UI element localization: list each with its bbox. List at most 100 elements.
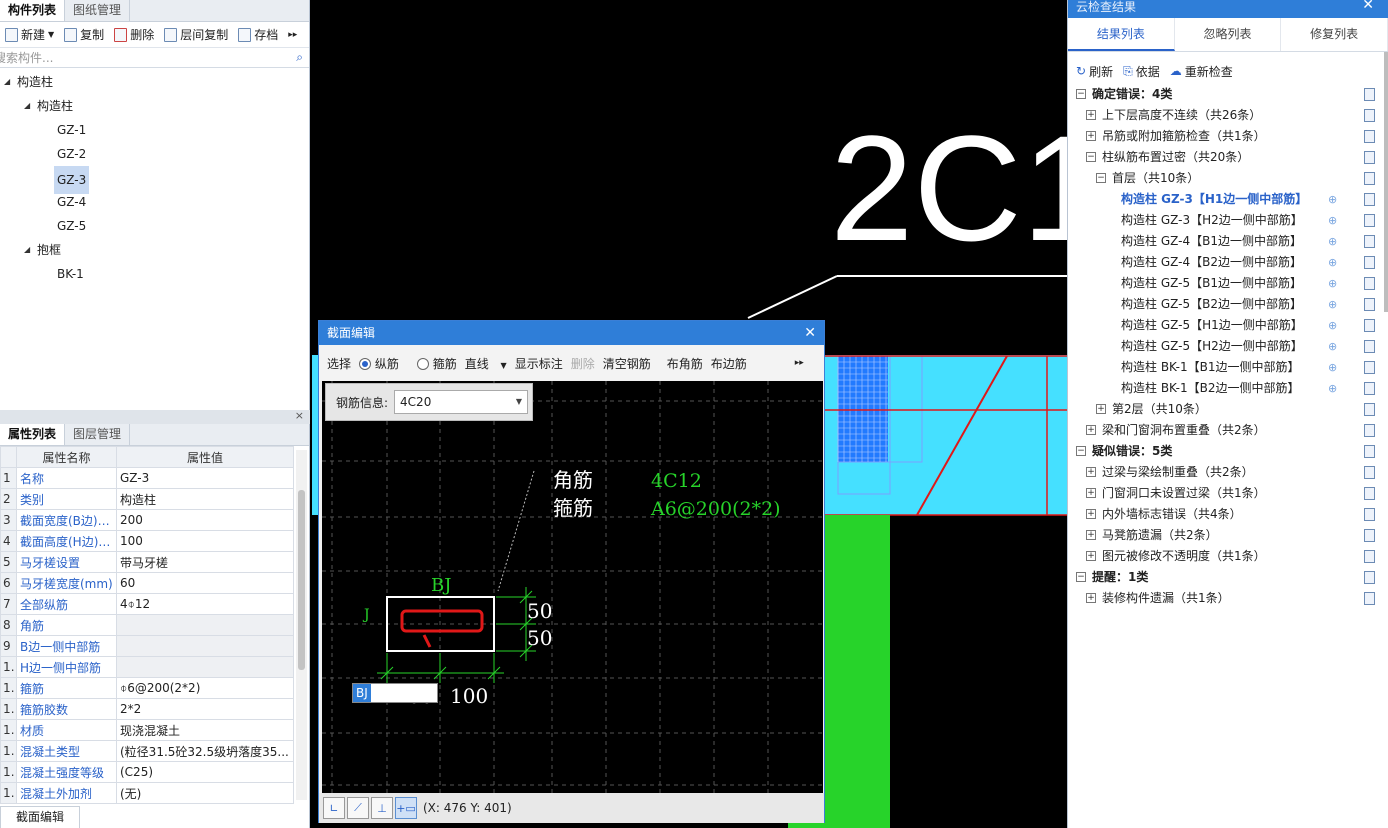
document-icon[interactable]	[1364, 109, 1375, 122]
dynamic-input-icon[interactable]: +▭	[395, 797, 417, 819]
tab-property-list[interactable]: 属性列表	[0, 424, 66, 445]
document-icon[interactable]	[1364, 445, 1375, 458]
document-icon[interactable]	[1364, 130, 1375, 143]
property-value[interactable]: 现浇混凝土	[116, 719, 294, 741]
document-icon[interactable]	[1364, 403, 1375, 416]
document-icon[interactable]	[1364, 550, 1375, 563]
line-snap-icon[interactable]: ⟋	[347, 797, 369, 819]
table-row[interactable]: 11箍筋⌽6@200(2*2)	[0, 677, 294, 699]
rebar-info-select[interactable]: 4C20 ▼	[394, 390, 529, 414]
refresh-button[interactable]: ↻ 刷新	[1076, 63, 1113, 80]
result-row[interactable]: 构造柱 GZ-4【B2边一侧中部筋】 ⊕	[1068, 252, 1388, 273]
result-row[interactable]: + 梁和门窗洞布置重叠（共2条）	[1068, 420, 1388, 441]
result-row[interactable]: − 确定错误：4类	[1068, 84, 1388, 105]
tab-results[interactable]: 结果列表	[1068, 18, 1175, 51]
result-row[interactable]: + 装修构件遗漏（共1条）	[1068, 588, 1388, 609]
result-row[interactable]: 构造柱 BK-1【B2边一侧中部筋】 ⊕	[1068, 378, 1388, 399]
locate-icon[interactable]: ⊕	[1328, 315, 1337, 336]
tree-node-group-bk[interactable]: ◢ 抱框	[0, 238, 309, 262]
document-icon[interactable]	[1364, 193, 1375, 206]
document-icon[interactable]	[1364, 319, 1375, 332]
expand-icon[interactable]: +	[1086, 551, 1096, 561]
bj-edit-input[interactable]: BJ	[352, 683, 438, 703]
result-row[interactable]: − 首层（共10条）	[1068, 168, 1388, 189]
result-row[interactable]: + 第2层（共10条）	[1068, 399, 1388, 420]
property-value[interactable]: 60	[116, 572, 294, 594]
property-value[interactable]: ⌽6@200(2*2)	[116, 677, 294, 699]
table-row[interactable]: 8 角筋	[0, 614, 294, 636]
property-value[interactable]	[116, 656, 294, 678]
table-row[interactable]: 9 B边一侧中部筋	[0, 635, 294, 657]
search-icon[interactable]: ⌕	[296, 50, 303, 65]
result-row[interactable]: − 提醒：1类	[1068, 567, 1388, 588]
table-row[interactable]: 13材质现浇混凝土	[0, 719, 294, 741]
table-row[interactable]: 3 截面宽度(B边)(... 200	[0, 509, 294, 531]
document-icon[interactable]	[1364, 235, 1375, 248]
scrollbar-thumb[interactable]	[298, 490, 305, 670]
result-row[interactable]: 构造柱 GZ-5【B2边一侧中部筋】 ⊕	[1068, 294, 1388, 315]
new-button[interactable]: 新建 ▼	[2, 26, 57, 43]
document-icon[interactable]	[1364, 340, 1375, 353]
result-row[interactable]: 构造柱 GZ-3【H1边一侧中部筋】 ⊕	[1068, 189, 1388, 210]
table-row[interactable]: 7 全部纵筋 4⌽12	[0, 593, 294, 615]
property-value[interactable]: 构造柱	[116, 488, 294, 510]
locate-icon[interactable]: ⊕	[1328, 294, 1337, 315]
document-icon[interactable]	[1364, 571, 1375, 584]
table-row[interactable]: 6 马牙槎宽度(mm) 60	[0, 572, 294, 594]
collapse-icon[interactable]: −	[1076, 572, 1086, 582]
table-row[interactable]: 12箍筋胶数2*2	[0, 698, 294, 720]
collapse-icon[interactable]: −	[1086, 152, 1096, 162]
collapse-icon[interactable]: −	[1076, 446, 1086, 456]
tab-drawing-management[interactable]: 图纸管理	[65, 0, 131, 21]
line-dropdown[interactable]: 直线 ▼	[465, 355, 507, 372]
document-icon[interactable]	[1364, 382, 1375, 395]
tab-section-edit[interactable]: 截面编辑	[0, 806, 80, 828]
table-row[interactable]: 14混凝土类型(粒径31.5砼32.5级坍落度35...	[0, 740, 294, 762]
search-input[interactable]: 搜索构件... ⌕	[0, 48, 309, 68]
collapse-icon[interactable]: −	[1076, 89, 1086, 99]
document-icon[interactable]	[1364, 88, 1375, 101]
save-button[interactable]: 存档	[235, 26, 281, 43]
locate-icon[interactable]: ⊕	[1328, 357, 1337, 378]
result-row[interactable]: 构造柱 GZ-5【B1边一侧中部筋】 ⊕	[1068, 273, 1388, 294]
result-row[interactable]: 构造柱 GZ-3【H2边一侧中部筋】 ⊕	[1068, 210, 1388, 231]
document-icon[interactable]	[1364, 298, 1375, 311]
tab-layer-management[interactable]: 图层管理	[65, 424, 131, 445]
select-button[interactable]: 选择	[327, 355, 351, 372]
property-scrollbar[interactable]	[296, 450, 307, 800]
expand-icon[interactable]: +	[1086, 530, 1096, 540]
tree-item-gz-2[interactable]: GZ-2	[0, 142, 309, 166]
collapse-icon[interactable]: ◢	[4, 70, 10, 94]
expand-icon[interactable]: +	[1086, 131, 1096, 141]
chevron-down-icon[interactable]: ▼	[48, 30, 54, 39]
property-value[interactable]: (无)	[116, 782, 294, 804]
tab-repaired[interactable]: 修复列表	[1281, 18, 1388, 51]
corner-rebar-button[interactable]: 布角筋	[667, 355, 703, 372]
result-row[interactable]: + 上下层高度不连续（共26条）	[1068, 105, 1388, 126]
delete-button[interactable]: 删除	[571, 355, 595, 372]
basis-button[interactable]: ⎘ 依据	[1123, 63, 1160, 80]
document-icon[interactable]	[1364, 172, 1375, 185]
locate-icon[interactable]: ⊕	[1328, 378, 1337, 399]
show-annotation-button[interactable]: 显示标注	[515, 355, 563, 372]
perpendicular-icon[interactable]: ⊥	[371, 797, 393, 819]
expand-icon[interactable]: +	[1086, 509, 1096, 519]
clear-rebar-button[interactable]: 清空钢筋	[603, 355, 651, 372]
tab-component-list[interactable]: 构件列表	[0, 0, 66, 21]
close-icon[interactable]: ✕	[1362, 0, 1374, 12]
table-row[interactable]: 2 类别 构造柱	[0, 488, 294, 510]
property-value[interactable]	[116, 614, 294, 636]
collapse-icon[interactable]: −	[1096, 173, 1106, 183]
toolbar-more-button[interactable]: ▸▸	[285, 30, 300, 40]
document-icon[interactable]	[1364, 487, 1375, 500]
result-row[interactable]: + 门窗洞口未设置过梁（共1条）	[1068, 483, 1388, 504]
document-icon[interactable]	[1364, 214, 1375, 227]
table-row[interactable]: 15混凝土强度等级(C25)	[0, 761, 294, 783]
right-panel-titlebar[interactable]: 云检查结果 ✕	[1068, 0, 1388, 18]
edge-rebar-button[interactable]: 布边筋	[711, 355, 747, 372]
result-row[interactable]: − 疑似错误：5类	[1068, 441, 1388, 462]
document-icon[interactable]	[1364, 508, 1375, 521]
table-row[interactable]: 10H边一侧中部筋	[0, 656, 294, 678]
document-icon[interactable]	[1364, 277, 1375, 290]
property-value[interactable]: (粒径31.5砼32.5级坍落度35...	[116, 740, 294, 762]
